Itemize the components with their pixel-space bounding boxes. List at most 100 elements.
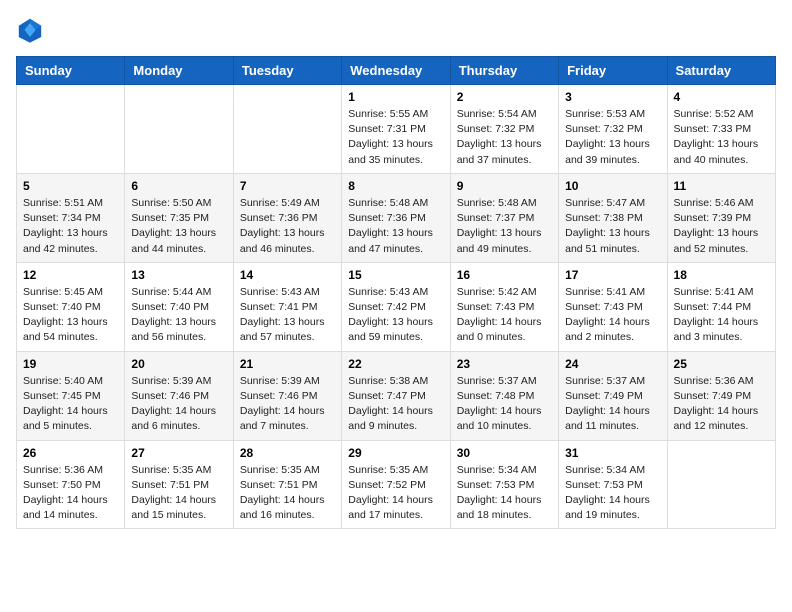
calendar-cell: 4 Sunrise: 5:52 AM Sunset: 7:33 PM Daylig… (667, 85, 775, 174)
calendar-cell: 31 Sunrise: 5:34 AM Sunset: 7:53 PM Dayli… (559, 440, 667, 529)
week-row-2: 5 Sunrise: 5:51 AM Sunset: 7:34 PM Daylig… (17, 173, 776, 262)
calendar-cell: 3 Sunrise: 5:53 AM Sunset: 7:32 PM Daylig… (559, 85, 667, 174)
calendar-cell: 1 Sunrise: 5:55 AM Sunset: 7:31 PM Daylig… (342, 85, 450, 174)
day-number: 22 (348, 357, 443, 371)
logo-icon (16, 16, 44, 44)
calendar-cell: 6 Sunrise: 5:50 AM Sunset: 7:35 PM Daylig… (125, 173, 233, 262)
day-info: Sunrise: 5:43 AM Sunset: 7:42 PM Dayligh… (348, 285, 443, 346)
day-number: 11 (674, 179, 769, 193)
day-info: Sunrise: 5:50 AM Sunset: 7:35 PM Dayligh… (131, 196, 226, 257)
calendar-cell: 20 Sunrise: 5:39 AM Sunset: 7:46 PM Dayli… (125, 351, 233, 440)
weekday-header-wednesday: Wednesday (342, 57, 450, 85)
weekday-header-saturday: Saturday (667, 57, 775, 85)
day-number: 7 (240, 179, 335, 193)
day-number: 29 (348, 446, 443, 460)
day-info: Sunrise: 5:45 AM Sunset: 7:40 PM Dayligh… (23, 285, 118, 346)
day-number: 5 (23, 179, 118, 193)
day-number: 14 (240, 268, 335, 282)
day-info: Sunrise: 5:43 AM Sunset: 7:41 PM Dayligh… (240, 285, 335, 346)
calendar-cell: 25 Sunrise: 5:36 AM Sunset: 7:49 PM Dayli… (667, 351, 775, 440)
day-info: Sunrise: 5:34 AM Sunset: 7:53 PM Dayligh… (565, 463, 660, 524)
calendar-cell: 17 Sunrise: 5:41 AM Sunset: 7:43 PM Dayli… (559, 262, 667, 351)
calendar-cell: 27 Sunrise: 5:35 AM Sunset: 7:51 PM Dayli… (125, 440, 233, 529)
day-number: 24 (565, 357, 660, 371)
calendar-cell: 5 Sunrise: 5:51 AM Sunset: 7:34 PM Daylig… (17, 173, 125, 262)
day-number: 9 (457, 179, 552, 193)
day-number: 27 (131, 446, 226, 460)
weekday-header-row: SundayMondayTuesdayWednesdayThursdayFrid… (17, 57, 776, 85)
day-info: Sunrise: 5:35 AM Sunset: 7:52 PM Dayligh… (348, 463, 443, 524)
day-info: Sunrise: 5:35 AM Sunset: 7:51 PM Dayligh… (131, 463, 226, 524)
day-info: Sunrise: 5:37 AM Sunset: 7:48 PM Dayligh… (457, 374, 552, 435)
weekday-header-tuesday: Tuesday (233, 57, 341, 85)
calendar-cell: 18 Sunrise: 5:41 AM Sunset: 7:44 PM Dayli… (667, 262, 775, 351)
day-number: 31 (565, 446, 660, 460)
day-number: 26 (23, 446, 118, 460)
day-number: 30 (457, 446, 552, 460)
day-info: Sunrise: 5:49 AM Sunset: 7:36 PM Dayligh… (240, 196, 335, 257)
calendar-cell: 10 Sunrise: 5:47 AM Sunset: 7:38 PM Dayli… (559, 173, 667, 262)
day-number: 10 (565, 179, 660, 193)
calendar-cell: 24 Sunrise: 5:37 AM Sunset: 7:49 PM Dayli… (559, 351, 667, 440)
calendar-cell: 23Sunrise: 5:37 AM Sunset: 7:48 PM Dayli… (450, 351, 558, 440)
day-number: 4 (674, 90, 769, 104)
day-number: 15 (348, 268, 443, 282)
weekday-header-thursday: Thursday (450, 57, 558, 85)
logo (16, 16, 48, 44)
day-info: Sunrise: 5:39 AM Sunset: 7:46 PM Dayligh… (131, 374, 226, 435)
day-info: Sunrise: 5:52 AM Sunset: 7:33 PM Dayligh… (674, 107, 769, 168)
day-number: 3 (565, 90, 660, 104)
day-info: Sunrise: 5:37 AM Sunset: 7:49 PM Dayligh… (565, 374, 660, 435)
day-number: 25 (674, 357, 769, 371)
calendar-cell: 29 Sunrise: 5:35 AM Sunset: 7:52 PM Dayli… (342, 440, 450, 529)
week-row-3: 12 Sunrise: 5:45 AM Sunset: 7:40 PM Dayli… (17, 262, 776, 351)
day-info: Sunrise: 5:36 AM Sunset: 7:49 PM Dayligh… (674, 374, 769, 435)
day-info: Sunrise: 5:47 AM Sunset: 7:38 PM Dayligh… (565, 196, 660, 257)
day-info: Sunrise: 5:41 AM Sunset: 7:43 PM Dayligh… (565, 285, 660, 346)
day-info: Sunrise: 5:44 AM Sunset: 7:40 PM Dayligh… (131, 285, 226, 346)
calendar-cell: 22 Sunrise: 5:38 AM Sunset: 7:47 PM Dayli… (342, 351, 450, 440)
day-info: Sunrise: 5:41 AM Sunset: 7:44 PM Dayligh… (674, 285, 769, 346)
day-number: 17 (565, 268, 660, 282)
day-info: Sunrise: 5:46 AM Sunset: 7:39 PM Dayligh… (674, 196, 769, 257)
weekday-header-monday: Monday (125, 57, 233, 85)
calendar-cell: 26 Sunrise: 5:36 AM Sunset: 7:50 PM Dayli… (17, 440, 125, 529)
day-info: Sunrise: 5:53 AM Sunset: 7:32 PM Dayligh… (565, 107, 660, 168)
day-number: 6 (131, 179, 226, 193)
day-number: 18 (674, 268, 769, 282)
day-info: Sunrise: 5:48 AM Sunset: 7:36 PM Dayligh… (348, 196, 443, 257)
day-number: 21 (240, 357, 335, 371)
day-info: Sunrise: 5:38 AM Sunset: 7:47 PM Dayligh… (348, 374, 443, 435)
day-info: Sunrise: 5:48 AM Sunset: 7:37 PM Dayligh… (457, 196, 552, 257)
day-number: 12 (23, 268, 118, 282)
day-info: Sunrise: 5:40 AM Sunset: 7:45 PM Dayligh… (23, 374, 118, 435)
day-number: 19 (23, 357, 118, 371)
day-number: 8 (348, 179, 443, 193)
calendar-cell: 2Sunrise: 5:54 AM Sunset: 7:32 PM Daylig… (450, 85, 558, 174)
day-number: 28 (240, 446, 335, 460)
calendar-cell: 14 Sunrise: 5:43 AM Sunset: 7:41 PM Dayli… (233, 262, 341, 351)
calendar-cell: 16 Sunrise: 5:42 AM Sunset: 7:43 PM Dayli… (450, 262, 558, 351)
day-info: Sunrise: 5:36 AM Sunset: 7:50 PM Dayligh… (23, 463, 118, 524)
weekday-header-friday: Friday (559, 57, 667, 85)
week-row-4: 19 Sunrise: 5:40 AM Sunset: 7:45 PM Dayli… (17, 351, 776, 440)
calendar-table: SundayMondayTuesdayWednesdayThursdayFrid… (16, 56, 776, 529)
header (16, 16, 776, 44)
calendar-cell: 7 Sunrise: 5:49 AM Sunset: 7:36 PM Daylig… (233, 173, 341, 262)
week-row-1: 1 Sunrise: 5:55 AM Sunset: 7:31 PM Daylig… (17, 85, 776, 174)
day-info: Sunrise: 5:42 AM Sunset: 7:43 PM Dayligh… (457, 285, 552, 346)
calendar-cell: 15 Sunrise: 5:43 AM Sunset: 7:42 PM Dayli… (342, 262, 450, 351)
day-number: 20 (131, 357, 226, 371)
day-number: 1 (348, 90, 443, 104)
calendar-cell (667, 440, 775, 529)
day-info: Sunrise: 5:35 AM Sunset: 7:51 PM Dayligh… (240, 463, 335, 524)
day-info: Sunrise: 5:51 AM Sunset: 7:34 PM Dayligh… (23, 196, 118, 257)
day-number: 2 (457, 90, 552, 104)
calendar-cell: 8 Sunrise: 5:48 AM Sunset: 7:36 PM Daylig… (342, 173, 450, 262)
day-info: Sunrise: 5:55 AM Sunset: 7:31 PM Dayligh… (348, 107, 443, 168)
weekday-header-sunday: Sunday (17, 57, 125, 85)
day-number: 16 (457, 268, 552, 282)
day-info: Sunrise: 5:34 AM Sunset: 7:53 PM Dayligh… (457, 463, 552, 524)
calendar-cell (17, 85, 125, 174)
page: SundayMondayTuesdayWednesdayThursdayFrid… (0, 0, 792, 545)
